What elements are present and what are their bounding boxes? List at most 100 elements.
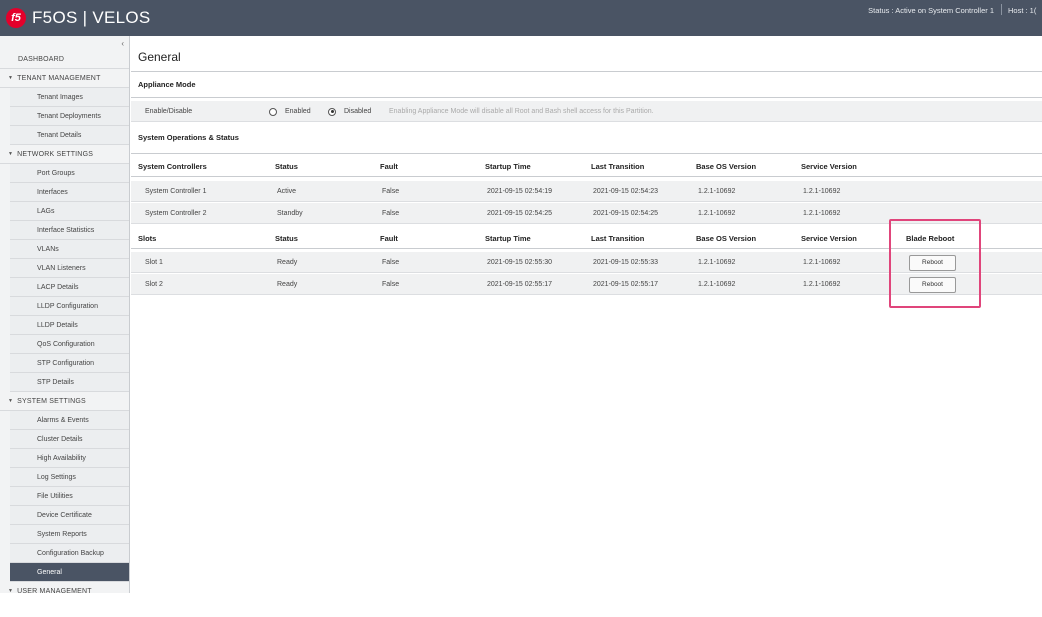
sidebar-item-lags[interactable]: LAGs [10, 202, 129, 221]
nav-list: DASHBOARD ▼ TENANT MANAGEMENT Tenant Images… [0, 50, 129, 593]
divider [131, 97, 1042, 98]
collapse-sidebar-icon[interactable]: ‹ [121, 39, 124, 48]
sidebar-item-label: Log Settings [37, 473, 76, 481]
sidebar-item-vlans[interactable]: VLANs [10, 240, 129, 259]
sidebar-item-high-availability[interactable]: High Availability [10, 449, 129, 468]
f5-logo-icon: f5 [6, 8, 26, 28]
column-header-name: System Controllers [138, 161, 207, 171]
sidebar-item-label: Tenant Deployments [37, 112, 101, 120]
sidebar-item-general[interactable]: General [10, 563, 129, 582]
caret-down-icon: ▼ [8, 588, 14, 593]
sidebar-nav: ‹ DASHBOARD ▼ TENANT MANAGEMENT Tenant Imag… [0, 36, 130, 593]
column-header-status: Status [275, 161, 298, 171]
sidebar-item-qos-configuration[interactable]: QoS Configuration [10, 335, 129, 354]
sidebar-item-lacp-details[interactable]: LACP Details [10, 278, 129, 297]
sidebar-item-label: Interfaces [37, 188, 68, 196]
cell-service-version: 1.2.1-10692 [803, 188, 841, 195]
sidebar-section-user-management[interactable]: ▼ USER MANAGEMENT [0, 582, 129, 594]
sidebar-item-label: System Reports [37, 530, 87, 538]
cell-fault: False [382, 281, 400, 288]
sidebar-section-tenant-management[interactable]: ▼ TENANT MANAGEMENT [0, 69, 129, 88]
table-header-row: System Controllers Status Fault Startup Tim… [131, 155, 1042, 177]
sidebar-item-interfaces[interactable]: Interfaces [10, 183, 129, 202]
cell-base-os-version: 1.2.1-10692 [698, 210, 736, 217]
cell-service-version: 1.2.1-10692 [803, 281, 841, 288]
cell-service-version: 1.2.1-10692 [803, 210, 841, 217]
cell-startup-time: 2021-09-15 02:55:17 [487, 281, 552, 288]
cell-name: Slot 1 [145, 259, 163, 266]
sidebar-item-label: File Utilities [37, 492, 73, 500]
sidebar-item-label: Interface Statistics [37, 226, 95, 234]
column-header-fault: Fault [380, 161, 398, 171]
sidebar-item-label: Tenant Details [37, 131, 82, 139]
header-divider [1001, 4, 1002, 15]
cell-base-os-version: 1.2.1-10692 [698, 281, 736, 288]
sidebar-item-tenant-details[interactable]: Tenant Details [10, 126, 129, 145]
sidebar-item-label: VLANs [37, 245, 59, 253]
sidebar-item-label: Port Groups [37, 169, 75, 177]
appliance-row-label: Enable/Disable [145, 108, 193, 115]
sidebar-section-system-settings[interactable]: ▼ SYSTEM SETTINGS [0, 392, 129, 411]
sidebar-item-tenant-images[interactable]: Tenant Images [10, 88, 129, 107]
sidebar-section-dashboard[interactable]: DASHBOARD [0, 50, 129, 69]
sidebar-item-device-certificate[interactable]: Device Certificate [10, 506, 129, 525]
column-header-service-version: Service Version [801, 233, 857, 243]
caret-down-icon: ▼ [8, 151, 14, 157]
sidebar-item-label: LLDP Details [37, 321, 78, 329]
blade-reboot-highlight-box [889, 219, 981, 308]
system-status-text: Status : Active on System Controller 1 [868, 6, 994, 15]
cell-status: Active [277, 188, 297, 195]
sidebar-item-system-reports[interactable]: System Reports [10, 525, 129, 544]
column-header-last-transition: Last Transition [591, 233, 645, 243]
sidebar-item-label: High Availability [37, 454, 86, 462]
host-text: Host : 1( [1008, 6, 1037, 15]
sidebar-item-stp-configuration[interactable]: STP Configuration [10, 354, 129, 373]
sidebar-item-label: Alarms & Events [37, 416, 89, 424]
enabled-label: Enabled [285, 108, 311, 115]
sidebar-item-port-groups[interactable]: Port Groups [10, 164, 129, 183]
column-header-last-transition: Last Transition [591, 161, 645, 171]
app-title: F5OS | VELOS [32, 8, 151, 27]
column-header-startup-time: Startup Time [485, 161, 531, 171]
cell-status: Standby [277, 210, 303, 217]
sidebar-item-label: TENANT MANAGEMENT [17, 74, 101, 82]
sidebar-item-lldp-details[interactable]: LLDP Details [10, 316, 129, 335]
sidebar-item-log-settings[interactable]: Log Settings [10, 468, 129, 487]
sidebar-item-vlan-listeners[interactable]: VLAN Listeners [10, 259, 129, 278]
disabled-radio[interactable] [328, 107, 336, 116]
column-header-service-version: Service Version [801, 161, 857, 171]
app-logo[interactable]: f5 F5OS | VELOS [6, 8, 151, 28]
sidebar-item-alarms-events[interactable]: Alarms & Events [10, 411, 129, 430]
column-header-startup-time: Startup Time [485, 233, 531, 243]
cell-status: Ready [277, 281, 298, 288]
sidebar-item-tenant-deployments[interactable]: Tenant Deployments [10, 107, 129, 126]
sidebar-item-label: LLDP Configuration [37, 302, 98, 310]
sidebar-item-stp-details[interactable]: STP Details [10, 373, 129, 392]
enabled-radio[interactable] [269, 107, 277, 116]
sidebar-section-network-settings[interactable]: ▼ NETWORK SETTINGS [0, 145, 129, 164]
sidebar-item-configuration-backup[interactable]: Configuration Backup [10, 544, 129, 563]
sidebar-item-lldp-configuration[interactable]: LLDP Configuration [10, 297, 129, 316]
appliance-disabled-option[interactable]: Disabled [328, 101, 371, 122]
column-header-name: Slots [138, 233, 157, 243]
sidebar-item-label: Configuration Backup [37, 549, 104, 557]
cell-service-version: 1.2.1-10692 [803, 259, 841, 266]
sidebar-item-file-utilities[interactable]: File Utilities [10, 487, 129, 506]
column-header-base-os-version: Base OS Version [696, 233, 757, 243]
cell-last-transition: 2021-09-15 02:55:33 [593, 259, 658, 266]
sidebar-item-label: VLAN Listeners [37, 264, 86, 272]
cell-startup-time: 2021-09-15 02:54:25 [487, 210, 552, 217]
column-header-base-os-version: Base OS Version [696, 161, 757, 171]
sidebar-item-interface-statistics[interactable]: Interface Statistics [10, 221, 129, 240]
appliance-enabled-option[interactable]: Enabled [269, 101, 311, 122]
divider [131, 71, 1042, 72]
cell-fault: False [382, 259, 400, 266]
cell-base-os-version: 1.2.1-10692 [698, 188, 736, 195]
sidebar-item-label: LAGs [37, 207, 55, 215]
main-content: General Appliance Mode Enable/Disable En… [131, 36, 1042, 593]
caret-down-icon: ▼ [8, 75, 14, 81]
appliance-hint-text: Enabling Appliance Mode will disable all… [389, 108, 654, 115]
sidebar-item-cluster-details[interactable]: Cluster Details [10, 430, 129, 449]
sidebar-item-label: SYSTEM SETTINGS [17, 397, 86, 405]
sidebar-item-label: Device Certificate [37, 511, 92, 519]
